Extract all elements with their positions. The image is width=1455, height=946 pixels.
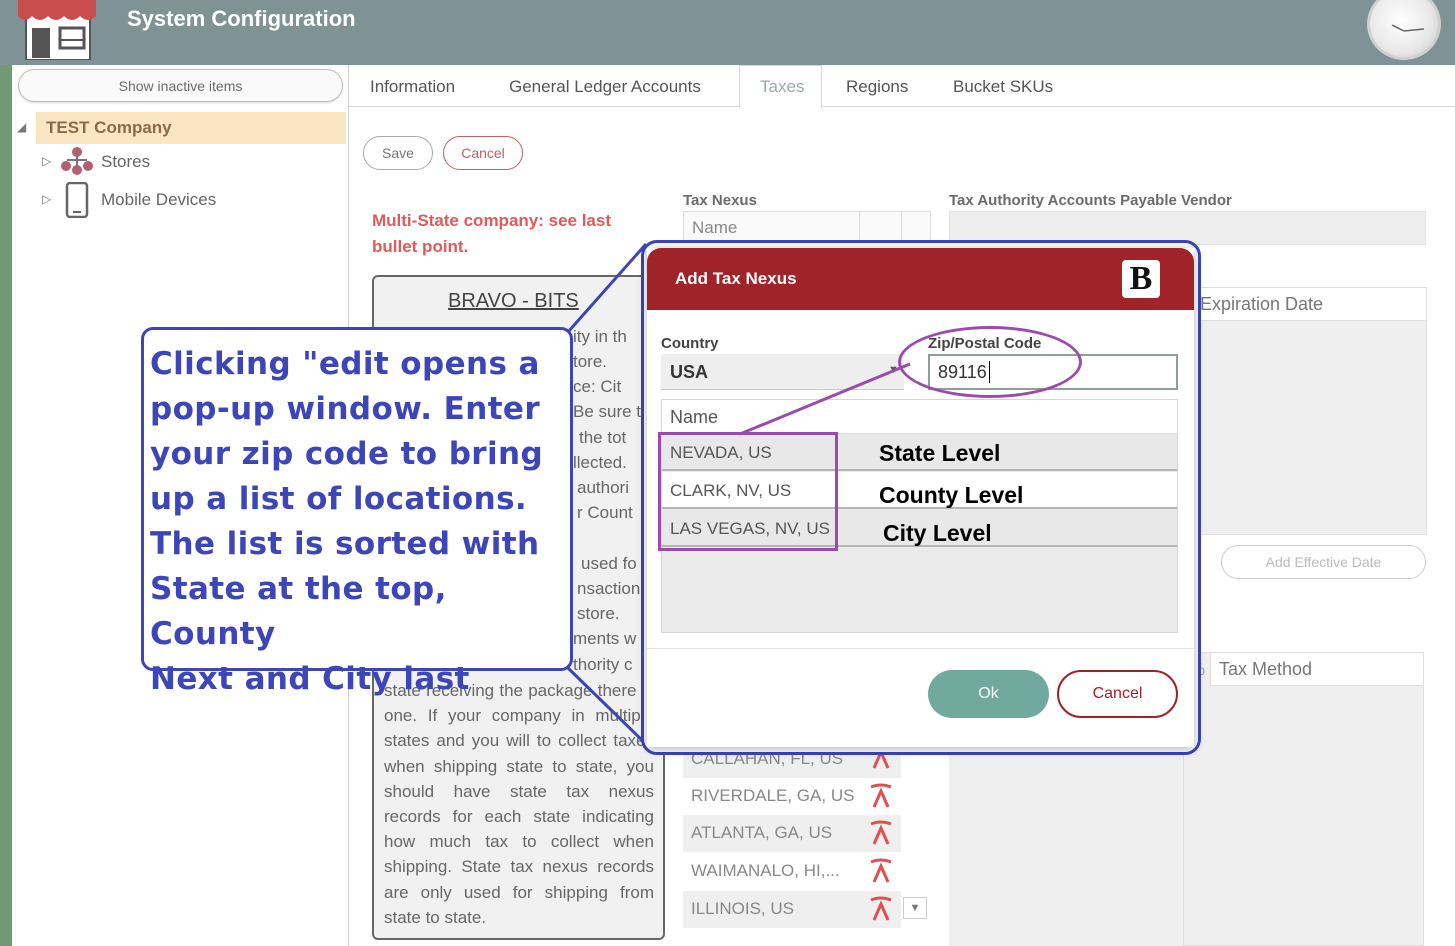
callout-line: The list is sorted with [150,526,540,562]
callout-line: up a list of locations. [150,481,528,517]
callout-line: your zip code to bring [150,436,544,472]
callout-line: Clicking "edit opens a [150,346,540,382]
callout-line: Next and City last [150,661,470,697]
callout-line: pop-up window. Enter [150,391,541,427]
instruction-callout: Clicking "edit opens a pop-up window. En… [141,327,573,697]
callout-line: State at the top, County [150,571,447,652]
app-window: { "header": { "title": "System Configura… [0,0,1455,946]
callout-text: Clicking "edit opens a pop-up window. En… [150,342,564,702]
